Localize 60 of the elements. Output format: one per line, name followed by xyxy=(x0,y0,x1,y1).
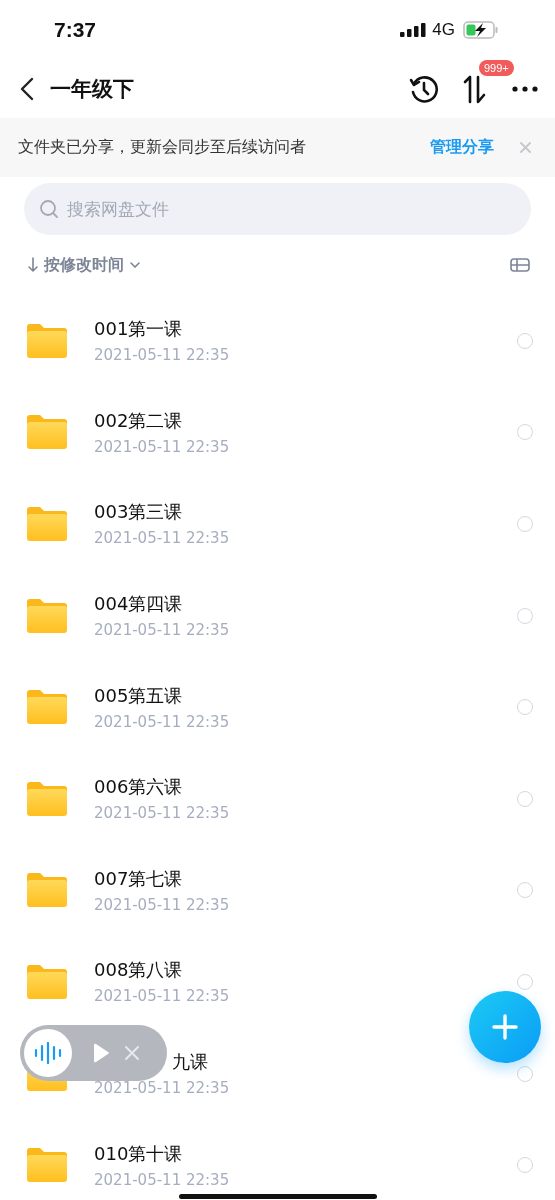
page-title: 一年级下 xyxy=(50,76,134,103)
folder-icon xyxy=(26,597,68,634)
count-badge: 999+ xyxy=(479,60,514,76)
search-field[interactable]: 搜索网盘文件 xyxy=(24,183,531,235)
folder-name: 007第七课 xyxy=(94,866,184,891)
caret-icon xyxy=(130,262,140,268)
folder-name: 008第八课 xyxy=(94,958,184,983)
folder-name: 002第二课 xyxy=(94,408,184,433)
down-arrow-icon xyxy=(28,257,38,273)
folder-row[interactable]: 005第五课 2021-05-11 22:35 xyxy=(0,661,555,753)
add-button[interactable] xyxy=(469,991,541,1063)
back-icon[interactable] xyxy=(20,77,34,101)
waveform-icon xyxy=(34,1042,62,1064)
modified-date: 2021-05-11 22:35 xyxy=(94,895,231,914)
modified-date: 2021-05-11 22:35 xyxy=(94,1170,231,1189)
folder-row[interactable]: 001第一课 2021-05-11 22:35 xyxy=(0,295,555,387)
folder-icon xyxy=(26,689,68,726)
modified-date: 2021-05-11 22:35 xyxy=(94,804,231,823)
folder-icon xyxy=(26,780,68,817)
history-icon[interactable] xyxy=(409,74,439,104)
modified-date: 2021-05-11 22:35 xyxy=(94,621,231,640)
folder-icon xyxy=(26,506,68,542)
folder-row[interactable]: 002第二课 2021-05-11 22:35 xyxy=(0,386,555,479)
folder-row[interactable]: 007第七课 2021-05-11 22:35 xyxy=(0,844,555,937)
folder-icon xyxy=(26,872,68,909)
play-icon[interactable] xyxy=(92,1043,110,1063)
battery-charging-icon xyxy=(463,21,499,39)
view-mode-icon[interactable] xyxy=(510,258,530,272)
folder-row[interactable]: 006第六课 2021-05-11 22:35 xyxy=(0,752,555,845)
folder-name: 005第五课 xyxy=(94,683,184,708)
plus-icon xyxy=(492,1014,518,1040)
modified-date: 2021-05-11 22:35 xyxy=(94,346,231,365)
close-icon[interactable] xyxy=(520,142,531,153)
modified-date: 2021-05-11 22:35 xyxy=(94,712,231,731)
network-label: 4G xyxy=(432,20,455,40)
folder-icon xyxy=(26,1147,68,1184)
modified-date: 2021-05-11 22:35 xyxy=(94,987,231,1006)
share-message: 文件夹已分享，更新会同步至后续访问者 xyxy=(18,137,306,158)
sort-button[interactable]: 按修改时间 xyxy=(28,254,140,276)
folder-row[interactable]: 010第十课 2021-05-11 22:35 xyxy=(0,1119,555,1200)
more-icon[interactable] xyxy=(511,85,539,93)
close-icon[interactable] xyxy=(124,1045,140,1061)
status-time: 7:37 xyxy=(54,18,97,42)
modified-date: 2021-05-11 22:35 xyxy=(94,529,231,548)
modified-date: 2021-05-11 22:35 xyxy=(94,1079,231,1098)
folder-icon xyxy=(26,963,68,1000)
folder-icon xyxy=(26,414,68,451)
folder-row[interactable]: 003第三课 2021-05-11 22:35 xyxy=(0,478,555,570)
waveform-button[interactable] xyxy=(24,1029,72,1077)
modified-date: 2021-05-11 22:35 xyxy=(94,437,231,456)
folder-name: 006第六课 xyxy=(94,775,184,800)
signal-icon xyxy=(400,23,427,37)
search-icon xyxy=(39,199,59,219)
folder-name: 003第三课 xyxy=(94,500,184,525)
folder-name: 001第一课 xyxy=(94,317,184,342)
folder-name: 004第四课 xyxy=(94,592,184,617)
folder-icon xyxy=(26,322,68,359)
folder-row[interactable]: 004第四课 2021-05-11 22:35 xyxy=(0,569,555,662)
folder-name: 九课 xyxy=(172,1050,209,1075)
folder-name: 010第十课 xyxy=(94,1141,184,1166)
